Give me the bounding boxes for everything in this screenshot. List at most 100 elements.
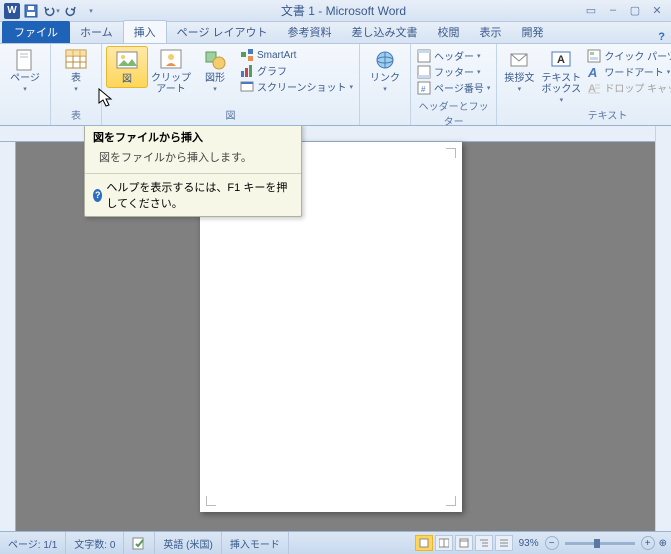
svg-text:A: A	[587, 65, 597, 79]
minimize-ribbon-icon[interactable]: ▭	[583, 4, 599, 17]
view-web-button[interactable]	[455, 535, 473, 551]
status-insertmode[interactable]: 挿入モード	[222, 532, 289, 554]
chart-button[interactable]: グラフ	[240, 63, 353, 78]
margin-mark	[446, 148, 456, 158]
word-app-icon[interactable]: W	[4, 3, 20, 19]
ribbon: ページ ▾ 表 ▾ 表 図 クリップ アート	[0, 44, 671, 126]
screenshot-icon	[240, 80, 254, 94]
link-icon	[373, 48, 397, 72]
proofing-icon	[132, 536, 146, 550]
greeting-button[interactable]: 挨拶文 ▾	[501, 46, 537, 95]
close-icon[interactable]: ✕	[649, 4, 665, 17]
smartart-icon	[240, 48, 254, 62]
tooltip-title: 図をファイルから挿入	[85, 126, 301, 147]
links-button[interactable]: リンク ▾	[364, 46, 406, 95]
status-bar: ページ: 1/1 文字数: 0 英語 (米国) 挿入モード 93% − + ⊕	[0, 531, 671, 554]
vertical-ruler[interactable]	[0, 142, 16, 531]
footer-button[interactable]: フッター ▾	[417, 64, 490, 79]
tab-pagelayout[interactable]: ページ レイアウト	[167, 21, 278, 43]
screenshot-button[interactable]: スクリーンショット ▾	[240, 79, 353, 94]
zoom-slider[interactable]	[565, 542, 635, 545]
zoom-in-button[interactable]: +	[641, 536, 655, 550]
group-pages: ページ ▾	[0, 44, 51, 125]
chart-icon	[240, 64, 254, 78]
status-language[interactable]: 英語 (米国)	[155, 532, 221, 554]
tab-view[interactable]: 表示	[470, 21, 512, 43]
header-button[interactable]: ヘッダー ▾	[417, 48, 490, 63]
shapes-button[interactable]: 図形 ▾	[194, 46, 236, 95]
tab-review[interactable]: 校閲	[428, 21, 470, 43]
footer-icon	[417, 65, 431, 79]
status-wordcount[interactable]: 文字数: 0	[66, 532, 124, 554]
textbox-button[interactable]: A テキスト ボックス ▾	[539, 46, 583, 106]
title-bar: W ▾ ▾ 文書 1 - Microsoft Word ▭ – ▢ ✕	[0, 0, 671, 22]
pagenumber-button[interactable]: #ページ番号 ▾	[417, 80, 490, 95]
zoom-out-button[interactable]: −	[545, 536, 559, 550]
group-label-text: テキスト	[501, 106, 671, 123]
document-area: 図をファイルから挿入 図をファイルから挿入します。 ? ヘルプを表示するには、F…	[0, 126, 671, 531]
status-proofing[interactable]	[124, 532, 155, 554]
quickparts-button[interactable]: クイック パーツ ▾	[587, 48, 671, 63]
vertical-scrollbar[interactable]	[655, 126, 671, 531]
quickparts-icon	[587, 49, 601, 63]
ribbon-tabs: ファイル ホーム 挿入 ページ レイアウト 参考資料 差し込み文書 校閲 表示 …	[0, 22, 671, 44]
undo-icon[interactable]: ▾	[42, 2, 60, 20]
status-page[interactable]: ページ: 1/1	[0, 532, 66, 554]
qat-customize-icon[interactable]: ▾	[82, 2, 100, 20]
dropcap-button[interactable]: Aドロップ キャップ ▾	[587, 80, 671, 95]
wordart-button[interactable]: Aワードアート ▾	[587, 64, 671, 79]
margin-mark	[206, 496, 216, 506]
group-headerfooter: ヘッダー ▾ フッター ▾ #ページ番号 ▾ ヘッダーとフッター	[411, 44, 497, 125]
svg-text:#: #	[421, 85, 426, 94]
group-text: 挨拶文 ▾ A テキスト ボックス ▾ クイック パーツ ▾ Aワードアート ▾…	[497, 44, 671, 125]
header-icon	[417, 49, 431, 63]
zoom-fit-button[interactable]: ⊕	[659, 538, 667, 549]
view-printlayout-button[interactable]	[415, 535, 433, 551]
tab-mailings[interactable]: 差し込み文書	[342, 21, 428, 43]
group-label-headerfooter: ヘッダーとフッター	[415, 97, 492, 129]
group-tables: 表 ▾ 表	[51, 44, 102, 125]
margin-mark	[446, 496, 456, 506]
view-draft-button[interactable]	[495, 535, 513, 551]
textbox-icon: A	[549, 48, 573, 72]
zoom-level[interactable]: 93%	[519, 538, 539, 549]
quick-access-toolbar: W ▾ ▾	[0, 2, 104, 20]
zoom-thumb[interactable]	[594, 539, 600, 548]
window-controls: ▭ – ▢ ✕	[583, 4, 671, 17]
minimize-icon[interactable]: –	[605, 4, 621, 17]
tab-home[interactable]: ホーム	[70, 21, 123, 43]
maximize-icon[interactable]: ▢	[627, 4, 643, 17]
wordart-icon: A	[587, 65, 601, 79]
insert-picture-button[interactable]: 図	[106, 46, 148, 88]
tooltip: 図をファイルから挿入 図をファイルから挿入します。 ? ヘルプを表示するには、F…	[84, 126, 302, 217]
clipart-button[interactable]: クリップ アート	[150, 46, 192, 97]
group-label-tables: 表	[55, 106, 97, 123]
picture-icon	[115, 49, 139, 73]
tab-insert[interactable]: 挿入	[123, 20, 167, 43]
view-outline-button[interactable]	[475, 535, 493, 551]
tooltip-help: ? ヘルプを表示するには、F1 キーを押してください。	[85, 173, 301, 216]
table-icon	[64, 48, 88, 72]
tab-file[interactable]: ファイル	[2, 21, 70, 43]
save-icon[interactable]	[22, 2, 40, 20]
help-badge-icon: ?	[93, 189, 102, 202]
smartart-button[interactable]: SmartArt	[240, 48, 353, 62]
shapes-icon	[203, 48, 227, 72]
dropcap-icon: A	[587, 81, 601, 95]
window-title: 文書 1 - Microsoft Word	[104, 2, 583, 19]
help-icon[interactable]: ?	[658, 31, 665, 43]
redo-icon[interactable]	[62, 2, 80, 20]
clipart-icon	[159, 48, 183, 72]
svg-text:A: A	[557, 54, 565, 66]
tab-references[interactable]: 参考資料	[278, 21, 342, 43]
group-links: リンク ▾	[360, 44, 411, 125]
pages-button[interactable]: ページ ▾	[4, 46, 46, 95]
table-button[interactable]: 表 ▾	[55, 46, 97, 95]
page-icon	[13, 48, 37, 72]
tab-developer[interactable]: 開発	[512, 21, 554, 43]
pagenumber-icon: #	[417, 81, 431, 95]
group-illustrations: 図 クリップ アート 図形 ▾ SmartArt グラフ スクリーンショット ▾…	[102, 44, 360, 125]
greeting-icon	[507, 48, 531, 72]
group-label-illustrations: 図	[106, 106, 355, 123]
view-fullscreen-button[interactable]	[435, 535, 453, 551]
